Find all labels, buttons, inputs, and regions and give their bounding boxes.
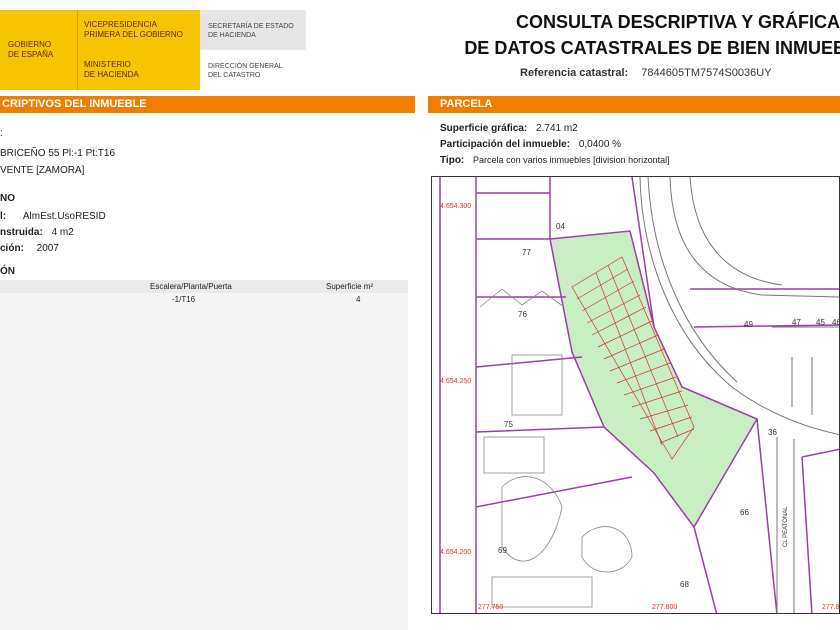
coord-top: 4.654.300 [440,203,471,210]
coord-x3: 277.8 [822,604,840,611]
clase-label: NO [0,193,15,204]
gov-left-line1: GOBIERNO [8,40,52,49]
target-parcel [549,230,759,529]
sec-top-line1: SECRETARÍA DE ESTADO [208,23,294,30]
uso-value: AlmEst.UsoRESID [22,211,106,222]
parcel-75: 75 [504,420,513,429]
col-escalera: Escalera/Planta/Puerta [150,282,232,291]
parcel-68: 68 [680,580,689,589]
sec-bottom-line2: DEL CATASTRO [208,72,261,79]
coord-x2: 277.800 [652,604,677,611]
superficie-label: Superficie gráfica: [440,123,528,134]
gobierno-espana-logo: GOBIERNO DE ESPAÑA [0,10,78,90]
row-escalera: -1/T16 [172,295,196,304]
lp-colon: : [0,128,3,139]
coord-mid: 4.654.250 [440,378,471,385]
coord-x1: 277.750 [478,604,503,611]
construccion-label: ÓN [0,266,15,277]
parcel-69: 69 [498,546,507,555]
anio-value: 2007 [36,243,59,254]
construction-table-body: -1/T16 4 [0,293,408,630]
cadastral-map[interactable]: 4.654.300 4.654.250 4.654.200 277.750 27… [431,176,840,614]
gov-left-line2: DE ESPAÑA [8,50,54,59]
datos-descriptivos-header: CRIPTIVOS DEL INMUEBLE [0,96,415,113]
secretaria-block: SECRETARÍA DE ESTADO DE HACIENDA DIRECCI… [200,10,306,90]
street-label: CL PEATONAL [783,506,789,547]
page-title-line2: DE DATOS CATASTRALES DE BIEN INMUEB [464,38,840,58]
tipo-value: Parcela con varios inmuebles [division h… [473,155,670,165]
superficie-value: 2.741 m2 [536,123,578,134]
coord-bottom: 4.654.200 [440,549,471,556]
construida-value: 4 m2 [51,227,74,238]
referencia-catastral: Referencia catastral: 7844605TM7574S0036… [520,67,772,79]
sec-bottom-line1: DIRECCIÓN GENERAL [208,63,283,70]
construction-table-header: Escalera/Planta/Puerta Superficie m² [0,280,408,293]
tipo-label: Tipo: [440,155,465,166]
parcel-66: 66 [740,508,749,517]
superficie-construida-row: nstruida: 4 m2 [0,227,74,238]
page-title-line1: CONSULTA DESCRIPTIVA Y GRÁFICA [515,12,840,32]
parcel-77: 77 [522,248,531,257]
referencia-value: 7844605TM7574S0036UY [641,67,772,79]
parcel-45-right: 45 [816,318,825,327]
government-logo-block: GOBIERNO DE ESPAÑA VICEPRESIDENCIA PRIME… [0,10,200,90]
address-line1: BRICEÑO 55 Pl:-1 Pt:T16 [0,148,116,159]
col-superficie: Superficie m² [326,282,374,291]
gov-right-line2: PRIMERA DEL GOBIERNO [84,30,183,39]
referencia-label: Referencia catastral: [520,67,629,79]
construida-label: nstruida: [0,227,43,238]
parcel-04: 04 [556,222,565,231]
row-superficie: 4 [356,295,361,304]
superficie-grafica-row: Superficie gráfica: 2.741 m2 [440,123,578,134]
parcel-46-right: 46 [832,318,840,327]
parcel-36: 36 [768,428,777,437]
uso-row: l: AlmEst.UsoRESID [0,211,106,222]
uso-label: l: [0,211,7,222]
participacion-row: Participación del inmueble: 0,0400 % [440,139,621,150]
participacion-label: Participación del inmueble: [440,139,571,150]
gov-right-line4: DE HACIENDA [84,70,139,79]
gov-right-line1: VICEPRESIDENCIA [84,20,157,29]
tipo-row: Tipo: Parcela con varios inmuebles [divi… [440,155,670,166]
parcel-47-right: 47 [792,318,801,327]
anio-label: ción: [0,243,24,254]
secretaria-top-box: SECRETARÍA DE ESTADO DE HACIENDA [200,10,306,50]
parcela-header: PARCELA [428,96,840,113]
participacion-value: 0,0400 % [578,139,622,150]
parcel-49-right: 49 [744,320,753,329]
sec-top-line2: DE HACIENDA [208,32,256,39]
vicepresidencia-block: VICEPRESIDENCIA PRIMERA DEL GOBIERNO MIN… [78,10,200,90]
address-line2: VENTE [ZAMORA] [0,165,85,176]
parcel-76: 76 [518,310,527,319]
gov-right-line3: MINISTERIO [84,60,131,69]
anio-construccion-row: ción: 2007 [0,243,59,254]
cadastral-map-svg: 4.654.300 4.654.250 4.654.200 277.750 27… [439,177,840,613]
